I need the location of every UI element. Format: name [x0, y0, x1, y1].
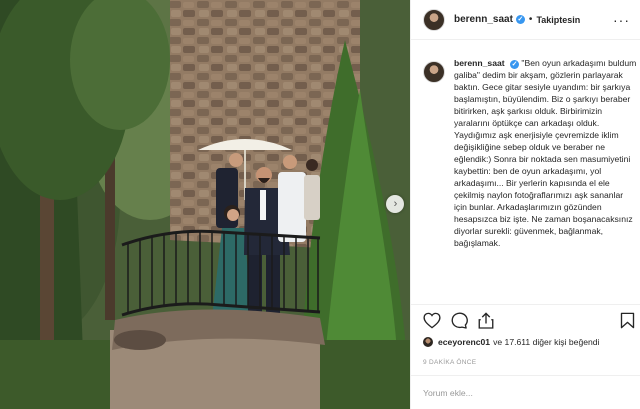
liker-username-link[interactable]: eceyorenc01 [438, 337, 490, 347]
liker-avatar [423, 337, 433, 347]
wedding-photo-illustration [0, 0, 410, 409]
likes-count-link[interactable]: ve 17.611 diğer kişi beğendi [493, 337, 599, 347]
next-photo-button[interactable]: › [386, 195, 404, 213]
comment-icon[interactable] [450, 312, 468, 329]
divider [411, 304, 640, 305]
caption-avatar[interactable] [423, 61, 445, 83]
caption-username-link[interactable]: berenn_saat [454, 58, 505, 68]
username-link[interactable]: berenn_saat [454, 14, 513, 25]
post-timestamp[interactable]: 9 DAKİKA ÖNCE [423, 359, 476, 366]
comment-bar [411, 375, 640, 409]
comment-input[interactable] [423, 387, 623, 398]
follow-status-button[interactable]: Takiptesin [536, 15, 580, 25]
caption-text: berenn_saat ✓ "Ben oyun arkadaşımı buldu… [454, 57, 637, 249]
avatar[interactable] [423, 8, 445, 31]
likes-line: eceyorenc01 ve 17.611 diğer kişi beğendi [423, 337, 599, 347]
more-options-icon[interactable]: ··· [613, 13, 630, 27]
heart-icon[interactable] [423, 312, 441, 329]
post-photo[interactable]: › [0, 0, 410, 409]
share-icon[interactable] [477, 312, 495, 329]
post-side-panel: berenn_saat ✓ • Takiptesin ··· berenn_sa… [410, 0, 640, 409]
bookmark-icon[interactable] [620, 312, 635, 329]
post-header: berenn_saat ✓ • Takiptesin ··· [411, 0, 640, 40]
verified-badge-icon: ✓ [515, 15, 525, 24]
caption-body: "Ben oyun arkadaşımı buldum galiba" dedi… [454, 58, 637, 248]
chevron-right-icon: › [393, 197, 398, 210]
header-separator: • [528, 14, 533, 25]
post-actions [423, 312, 635, 330]
post-caption: berenn_saat ✓ "Ben oyun arkadaşımı buldu… [423, 57, 637, 249]
caption-verified-badge-icon: ✓ [510, 60, 520, 69]
